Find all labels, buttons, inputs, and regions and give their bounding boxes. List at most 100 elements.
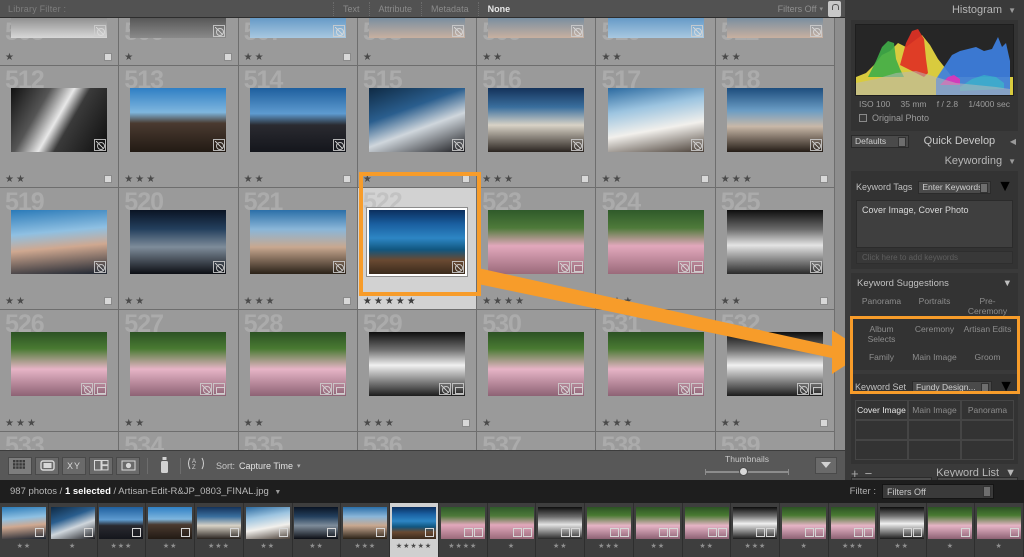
filter-segment-metadata[interactable]: Metadata	[421, 2, 478, 16]
grid-cell[interactable]: 521★★★	[239, 188, 358, 310]
slider-knob[interactable]	[739, 467, 748, 476]
grid-cell[interactable]: 515★	[358, 66, 477, 188]
filmstrip-rating[interactable]: ★★	[293, 542, 341, 550]
filmstrip-rating[interactable]: ★★★	[195, 542, 243, 550]
filmstrip-rating[interactable]: ★★	[683, 542, 731, 550]
filmstrip-rating[interactable]: ★★★	[731, 542, 779, 550]
filmstrip-thumbnail[interactable]	[733, 507, 777, 539]
filmstrip-thumbnail[interactable]	[831, 507, 875, 539]
rating-stars[interactable]: ★	[482, 419, 491, 429]
filmstrip-thumbnail[interactable]	[782, 507, 826, 539]
chevron-down-icon[interactable]: ▼	[274, 489, 281, 496]
flag-badge-icon[interactable]	[104, 175, 112, 183]
filmstrip-thumbnail[interactable]	[2, 507, 46, 539]
thumbnail-image[interactable]	[11, 210, 107, 274]
keyword-set-item-0[interactable]: Cover Image	[855, 400, 908, 420]
filmstrip-thumbnail[interactable]	[928, 507, 972, 539]
original-photo-toggle[interactable]: Original Photo	[855, 111, 1014, 127]
rating-stars[interactable]: ★★	[124, 419, 144, 429]
rating-stars[interactable]: ★★	[5, 175, 25, 185]
thumbnail-image[interactable]	[608, 210, 704, 274]
rating-stars[interactable]: ★★★	[601, 297, 632, 307]
filmstrip-item[interactable]: ★★★	[585, 503, 634, 557]
thumbnail-image[interactable]	[130, 18, 226, 38]
grid-cell[interactable]: 524★★★	[596, 188, 715, 310]
keyword-set-item-2[interactable]: Panorama	[961, 400, 1014, 420]
rating-stars[interactable]: ★★★★	[482, 297, 524, 307]
filmstrip-thumbnail[interactable]	[587, 507, 631, 539]
rating-stars[interactable]: ★★	[244, 419, 264, 429]
spray-can-icon[interactable]	[155, 457, 173, 475]
rating-stars[interactable]: ★	[5, 53, 14, 63]
rating-stars[interactable]: ★★	[721, 53, 741, 63]
filters-off-control[interactable]: Filters Off ▾	[778, 4, 823, 14]
sort-value[interactable]: Capture Time	[239, 461, 293, 471]
thumbnail-grid-area[interactable]: 505★506★507★★508★509★★510★★511★★ 512★★51…	[0, 18, 845, 450]
grid-cell[interactable]: 537	[477, 432, 596, 450]
slider-track[interactable]	[697, 467, 797, 477]
rating-stars[interactable]: ★★★	[601, 419, 632, 429]
grid-cell[interactable]: 505★	[0, 18, 119, 66]
thumbnail-image[interactable]	[608, 88, 704, 152]
filmstrip-thumbnail[interactable]	[51, 507, 95, 539]
filter-combo[interactable]: Filters Off	[882, 484, 994, 499]
flag-badge-icon[interactable]	[462, 419, 470, 427]
keyword-set-item-1[interactable]: Main Image	[908, 400, 961, 420]
grid-cell[interactable]: 523★★★★	[477, 188, 596, 310]
grid-cell[interactable]: 530★	[477, 310, 596, 432]
thumbnail-image[interactable]	[369, 18, 465, 38]
thumbnail-image[interactable]	[130, 210, 226, 274]
thumbnail-image[interactable]	[488, 88, 584, 152]
rating-stars[interactable]: ★★	[5, 297, 25, 307]
keyword-suggestion-0[interactable]: Panorama	[855, 292, 908, 320]
people-view-icon[interactable]	[116, 457, 140, 475]
grid-cell[interactable]: 516★★★	[477, 66, 596, 188]
rating-stars[interactable]: ★★	[482, 53, 502, 63]
thumbnail-image[interactable]	[250, 18, 346, 38]
filmstrip-item[interactable]: ★★	[244, 503, 293, 557]
flag-badge-icon[interactable]	[104, 297, 112, 305]
rating-stars[interactable]: ★★★	[244, 297, 275, 307]
thumbnail-image[interactable]	[727, 18, 823, 38]
thumbnail-image[interactable]	[250, 332, 346, 396]
rating-stars[interactable]: ★	[363, 53, 372, 63]
keyword-set-combo[interactable]: Fundy Design...	[912, 381, 992, 394]
filmstrip-item[interactable]: ★	[975, 503, 1024, 557]
rating-stars[interactable]: ★★	[601, 53, 621, 63]
filmstrip-thumbnail[interactable]	[685, 507, 729, 539]
keyword-tags-mode-combo[interactable]: Enter Keywords	[918, 181, 991, 194]
thumbnail-image[interactable]	[727, 210, 823, 274]
thumbnail-image[interactable]	[488, 210, 584, 274]
rating-stars[interactable]: ★★★	[124, 175, 155, 185]
histogram-panel-header[interactable]: Histogram ▼	[845, 0, 1024, 20]
keyword-tags-textarea[interactable]: Cover Image, Cover Photo	[856, 200, 1013, 248]
filmstrip-item[interactable]: ★★★	[195, 503, 244, 557]
filmstrip-rating[interactable]: ★★	[634, 542, 682, 550]
grid-cell[interactable]: 538	[596, 432, 715, 450]
flag-badge-icon[interactable]	[224, 53, 232, 61]
grid-cell[interactable]: 508★	[358, 18, 477, 66]
rating-stars[interactable]: ★★	[601, 175, 621, 185]
rating-stars[interactable]: ★★	[721, 419, 741, 429]
rating-stars[interactable]: ★★★★★	[363, 297, 416, 307]
keyword-suggestion-1[interactable]: Portraits	[908, 292, 961, 320]
keyword-set-item-7[interactable]	[908, 440, 961, 460]
filmstrip-thumbnail[interactable]	[99, 507, 143, 539]
keyword-suggestion-8[interactable]: Groom	[961, 348, 1014, 366]
filmstrip[interactable]: ★★★★★★★★★★★★★★★★★★★★★★★★★★★★★★★★★★★★★★★★…	[0, 503, 1024, 557]
flag-badge-icon[interactable]	[820, 419, 828, 427]
chevron-down-icon[interactable]: ▼	[1003, 278, 1012, 289]
keyword-suggestion-2[interactable]: Pre-Ceremony	[961, 292, 1014, 320]
rating-stars[interactable]: ★	[363, 175, 372, 185]
grid-cell[interactable]: 531★★★	[596, 310, 715, 432]
flag-badge-icon[interactable]	[462, 175, 470, 183]
photo-count-status[interactable]: 987 photos / 1 selected / Artisan-Edit-R…	[10, 486, 281, 497]
filmstrip-thumbnail[interactable]	[148, 507, 192, 539]
thumbnail-image[interactable]	[727, 88, 823, 152]
filmstrip-rating[interactable]: ★★★	[341, 542, 389, 550]
filmstrip-rating[interactable]: ★	[780, 542, 828, 550]
keyword-suggestion-4[interactable]: Ceremony	[908, 320, 961, 348]
rating-stars[interactable]: ★★	[244, 175, 264, 185]
rating-stars[interactable]: ★★★	[721, 175, 752, 185]
flag-badge-icon[interactable]	[104, 53, 112, 61]
